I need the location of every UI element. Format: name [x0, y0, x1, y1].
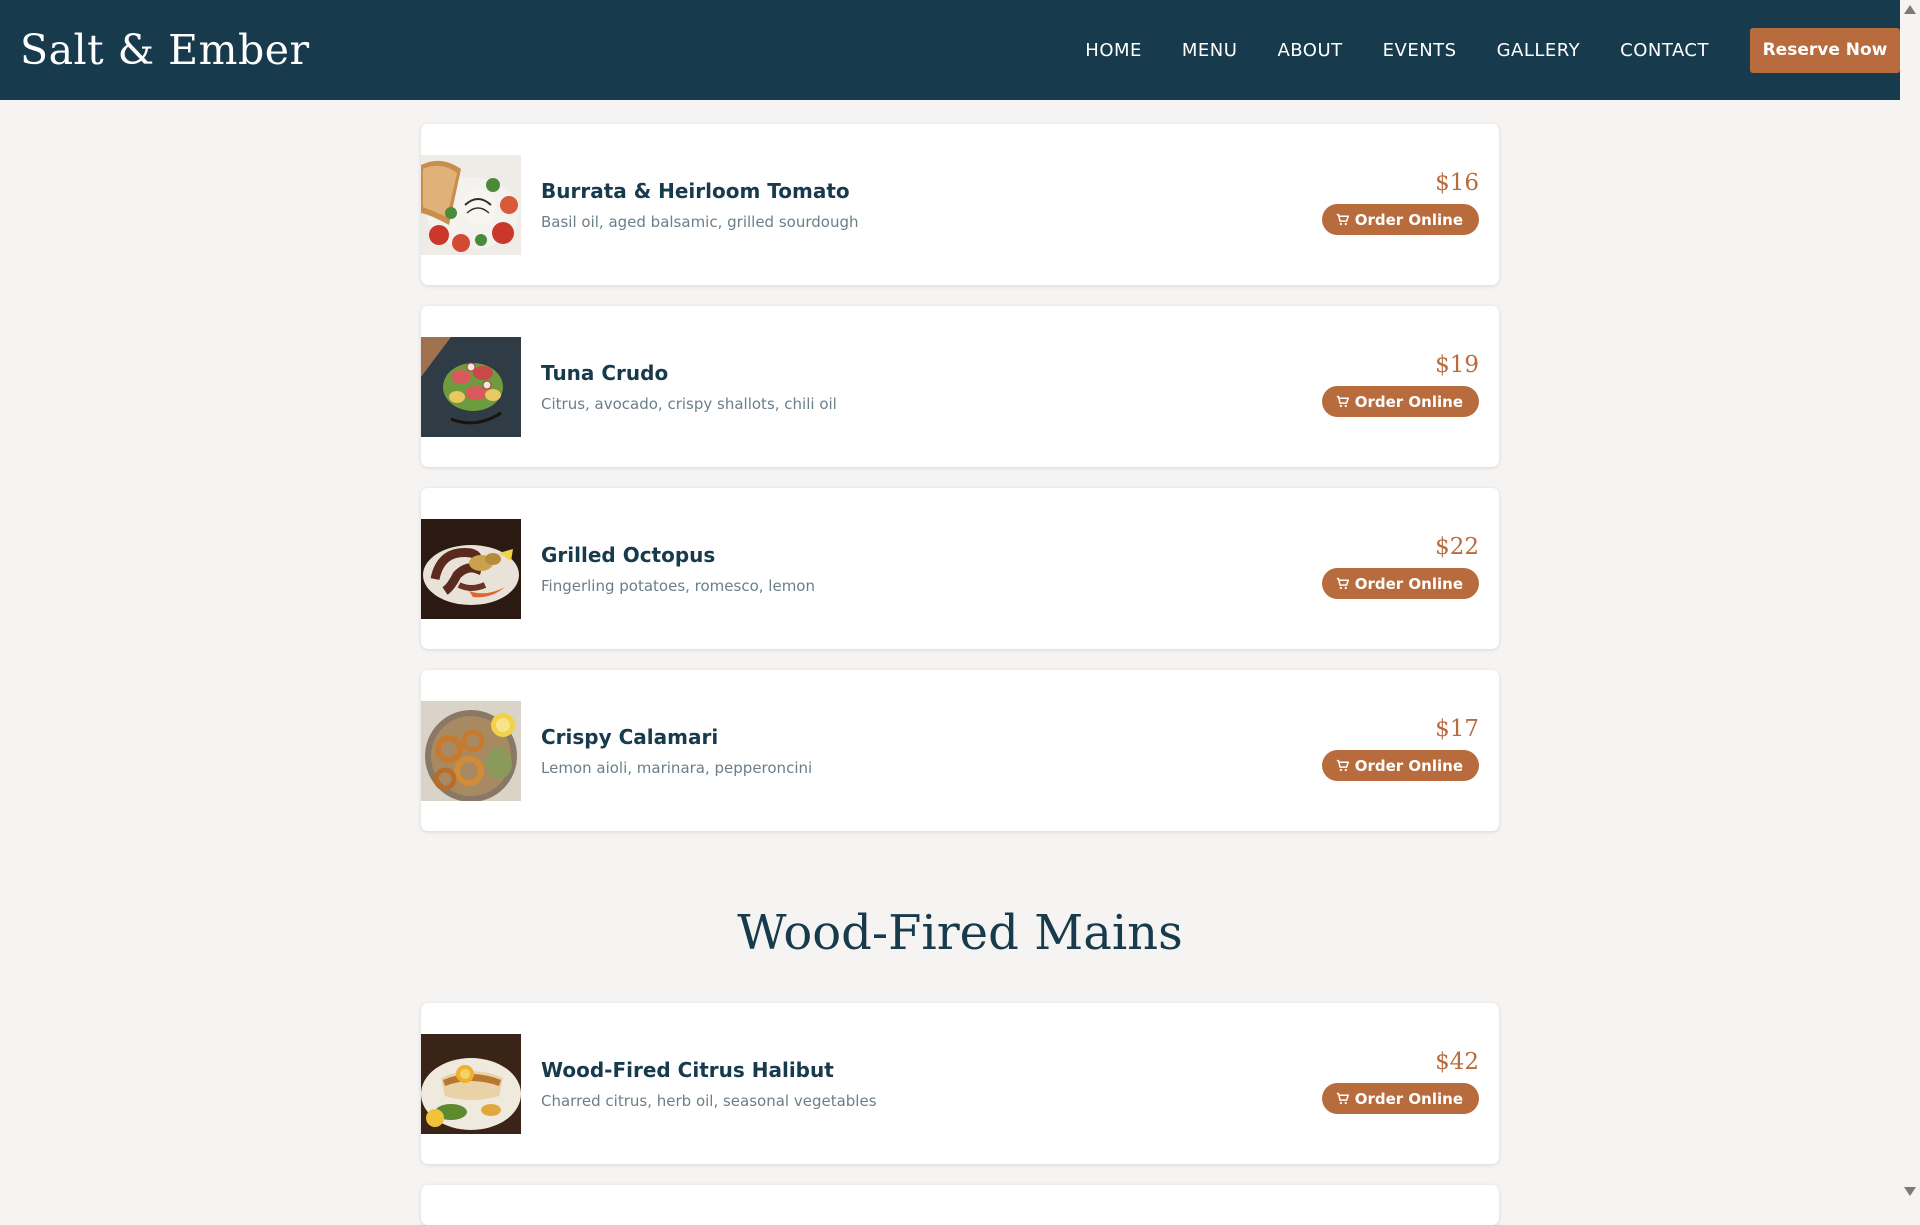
dish-photo	[421, 336, 521, 437]
nav-gallery[interactable]: GALLERY	[1497, 40, 1581, 61]
top-navbar: Salt & Ember HOME MENU ABOUT EVENTS GALL…	[0, 0, 1900, 100]
cart-icon	[1336, 1092, 1349, 1105]
dish-photo	[421, 1033, 521, 1134]
starters-list: Burrata & Heirloom Tomato Basil oil, age…	[421, 124, 1499, 852]
cart-icon	[1336, 395, 1349, 408]
item-actions: $22 Order Online	[1321, 534, 1479, 599]
menu-item-card: Grilled Octopus Fingerling potatoes, rom…	[421, 488, 1499, 649]
page-scrollbar[interactable]	[1900, 0, 1920, 1200]
cart-icon	[1336, 213, 1349, 226]
burrata-image-icon	[421, 154, 521, 255]
scroll-down-arrow-icon[interactable]	[1904, 1187, 1916, 1196]
calamari-image-icon	[421, 700, 521, 801]
order-online-label: Order Online	[1354, 756, 1463, 775]
dish-photo	[421, 700, 521, 801]
item-price: $19	[1435, 352, 1479, 378]
menu-item-card: Burrata & Heirloom Tomato Basil oil, age…	[421, 124, 1499, 285]
octopus-image-icon	[421, 518, 521, 619]
item-price: $42	[1435, 1049, 1479, 1075]
nav-contact[interactable]: CONTACT	[1620, 40, 1709, 61]
item-actions: $42 Order Online	[1321, 1049, 1479, 1114]
order-online-label: Order Online	[1354, 574, 1463, 593]
nav-links: HOME MENU ABOUT EVENTS GALLERY CONTACT	[1085, 40, 1709, 61]
cart-icon	[1336, 759, 1349, 772]
dish-photo	[421, 518, 521, 619]
order-online-button[interactable]: Order Online	[1321, 204, 1479, 235]
next-menu-item-card-partial	[421, 1185, 1499, 1225]
order-online-button[interactable]: Order Online	[1321, 386, 1479, 417]
order-online-button[interactable]: Order Online	[1321, 750, 1479, 781]
item-actions: $16 Order Online	[1321, 170, 1479, 235]
order-online-label: Order Online	[1354, 210, 1463, 229]
brand-logo[interactable]: Salt & Ember	[20, 26, 310, 74]
section-title-mains: Wood-Fired Mains	[737, 905, 1183, 961]
menu-item-card: Tuna Crudo Citrus, avocado, crispy shall…	[421, 306, 1499, 467]
nav-home[interactable]: HOME	[1085, 40, 1142, 61]
nav-about[interactable]: ABOUT	[1277, 40, 1342, 61]
order-online-button[interactable]: Order Online	[1321, 1083, 1479, 1114]
item-price: $22	[1435, 534, 1479, 560]
item-actions: $19 Order Online	[1321, 352, 1479, 417]
nav-events[interactable]: EVENTS	[1383, 40, 1457, 61]
item-price: $16	[1435, 170, 1479, 196]
nav-menu[interactable]: MENU	[1182, 40, 1238, 61]
halibut-image-icon	[421, 1033, 521, 1134]
nav-right: HOME MENU ABOUT EVENTS GALLERY CONTACT R…	[1085, 27, 1900, 73]
dish-photo	[421, 154, 521, 255]
item-price: $17	[1435, 716, 1479, 742]
menu-item-card: Crispy Calamari Lemon aioli, marinara, p…	[421, 670, 1499, 831]
cart-icon	[1336, 577, 1349, 590]
scroll-up-arrow-icon[interactable]	[1904, 5, 1916, 14]
order-online-label: Order Online	[1354, 1089, 1463, 1108]
item-actions: $17 Order Online	[1321, 716, 1479, 781]
order-online-button[interactable]: Order Online	[1321, 568, 1479, 599]
menu-item-card: Wood-Fired Citrus Halibut Charred citrus…	[421, 1003, 1499, 1164]
reserve-now-button[interactable]: Reserve Now	[1750, 27, 1900, 73]
tuna-crudo-image-icon	[421, 336, 521, 437]
order-online-label: Order Online	[1354, 392, 1463, 411]
mains-list: Wood-Fired Citrus Halibut Charred citrus…	[421, 1003, 1499, 1185]
